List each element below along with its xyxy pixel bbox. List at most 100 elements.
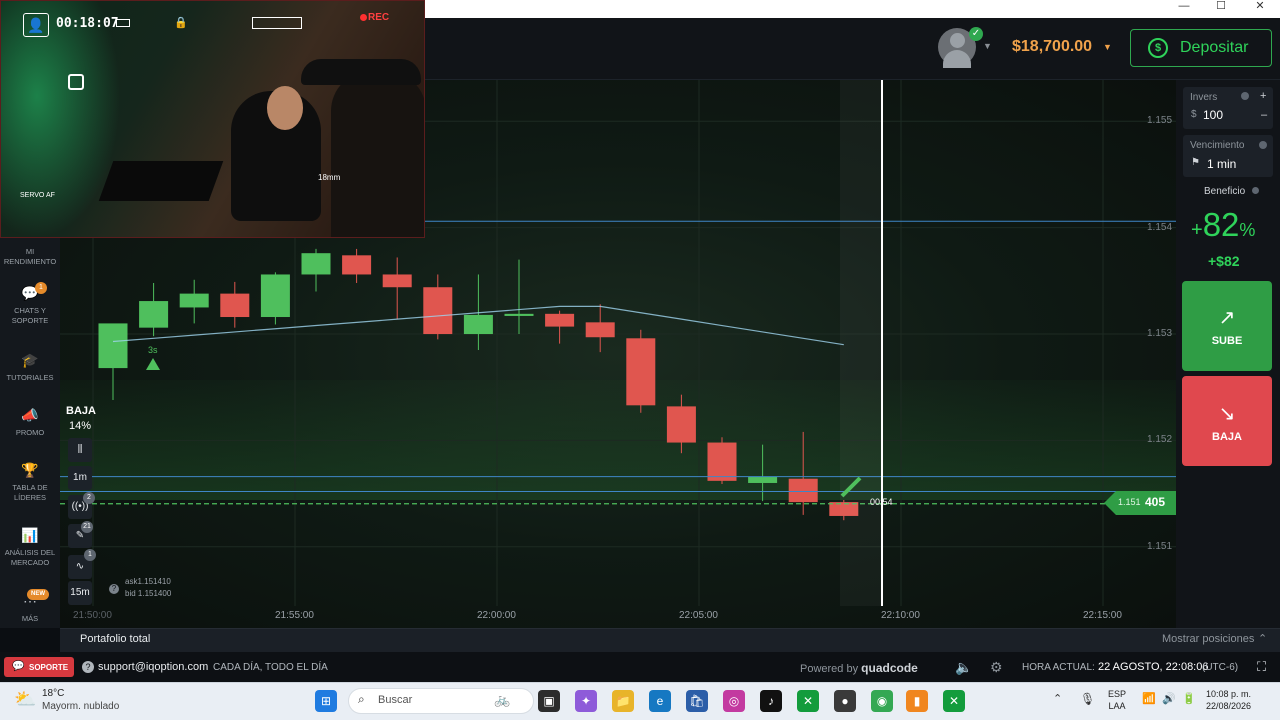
file-explorer-icon[interactable]: 📁 (612, 690, 634, 712)
investment-currency: $ (1191, 109, 1197, 120)
settings-gear-icon[interactable]: ⚙ (990, 659, 1003, 676)
sidebar-item-chats[interactable]: 💬 CHATS Y SOPORTE (0, 284, 60, 326)
fullscreen-icon[interactable]: ⛶ (1257, 659, 1266, 675)
investment-input[interactable]: 100 (1203, 108, 1223, 122)
sidebar-item-lideres[interactable]: 🏆 TABLA DE LÍDERES (0, 461, 60, 503)
info-icon[interactable]: ? (109, 584, 119, 594)
price-tick-label: 1.153 (1147, 328, 1173, 340)
battery-icon[interactable]: 🔋 (1182, 692, 1196, 705)
language-indicator[interactable]: ESP LAA (1108, 688, 1126, 712)
tiktok-icon[interactable]: ♪ (760, 690, 782, 712)
current-price-suffix: 405 (1145, 495, 1166, 509)
decrease-amount-button[interactable]: – (1261, 109, 1267, 121)
portfolio-total-label[interactable]: Portafolio total (80, 633, 150, 645)
time-tick-label: 22:10:00 (881, 610, 920, 621)
sentiment-baja-percent: 14% (69, 420, 92, 432)
sidebar-item-label: MI RENDIMIENTO (3, 247, 57, 266)
copilot-icon[interactable]: ✦ (575, 690, 597, 712)
lens-focal-length: 18mm (318, 173, 341, 182)
support-label: SOPORTE (29, 663, 69, 672)
increase-amount-button[interactable]: + (1260, 90, 1266, 102)
webcam-overlay: 👤 (0, 0, 425, 238)
wifi-icon[interactable]: 📶 (1142, 692, 1156, 705)
chevron-down-icon[interactable]: ▼ (983, 41, 992, 51)
ask-bid-readout: ask1.151410 bid 1.151400 (125, 576, 171, 600)
time-tick-label: 22:00:00 (477, 610, 516, 621)
time-tick-label: 21:55:00 (275, 610, 314, 621)
chevron-up-icon[interactable]: ⌃ (1258, 632, 1267, 645)
sidebar-item-label: MÁS (21, 614, 39, 623)
price-tick-label: 1.152 (1147, 434, 1173, 446)
profit-info-icon[interactable] (1252, 187, 1259, 194)
investment-info-icon[interactable] (1241, 92, 1249, 100)
volume-icon[interactable]: 🔊 (1162, 692, 1176, 705)
expiry-label: Vencimiento (1190, 140, 1245, 151)
new-badge: NEW (27, 589, 49, 600)
store-icon[interactable]: 🛍 (686, 690, 708, 712)
timeframe-button[interactable]: 1m (68, 466, 92, 490)
recording-timer: 00:18:07 (56, 16, 119, 31)
chrome-icon[interactable]: ◉ (871, 690, 893, 712)
server-timezone: (UTC-6) (1202, 662, 1239, 673)
sidebar-item-label: TABLA DE LÍDERES (12, 483, 48, 502)
powered-by: Powered by quadcode (800, 661, 918, 675)
rec-indicator: REC (368, 12, 390, 23)
price-tick-label: 1.151 (1147, 540, 1173, 552)
candle-series (98, 248, 859, 521)
weather-cloud-icon[interactable]: ⛅ (14, 689, 36, 710)
sidebar-item-analisis[interactable]: 📊 ANÁLISIS DEL MERCADO (0, 526, 60, 568)
edge-browser-icon[interactable]: e (649, 690, 671, 712)
support-button[interactable]: 💬 SOPORTE (4, 657, 74, 677)
close-button[interactable]: ✕ (1242, 0, 1278, 18)
minimize-button[interactable]: — (1166, 0, 1202, 18)
drawings-badge: 21 (81, 521, 93, 533)
server-time: 22 AGOSTO, 22:08:06 (1098, 661, 1209, 673)
candle-body (788, 478, 818, 503)
person-right-silhouette (331, 71, 424, 237)
xbox-icon[interactable]: ✕ (797, 690, 819, 712)
trend-down-icon: ↘ (1218, 403, 1236, 425)
expiry-info-icon[interactable] (1259, 141, 1267, 149)
xbox-game-bar-icon[interactable]: ✕ (943, 690, 965, 712)
sidebar-item-tutoriales[interactable]: 🎓 TUTORIALES (0, 351, 60, 383)
show-positions-link[interactable]: Mostrar posiciones (1162, 633, 1254, 645)
speaker-icon[interactable]: 🔈 (955, 659, 972, 676)
bid-price: bid 1.151400 (125, 589, 172, 598)
webcam-green-light (1, 1, 121, 237)
expiry-timeframe-button[interactable]: 15m (68, 581, 92, 605)
sidebar-item-promo[interactable]: 📣 PROMO (0, 406, 60, 438)
recording-app-icon[interactable]: ● (834, 690, 856, 712)
task-view-icon[interactable]: ▣ (538, 690, 560, 712)
support-email-link[interactable]: support@iqoption.com (98, 661, 208, 673)
account-balance[interactable]: $18,700.00 (1012, 38, 1092, 56)
camera-battery-icon (116, 19, 130, 27)
focus-frame-icon (68, 74, 84, 90)
balance-chevron-down-icon[interactable]: ▼ (1103, 42, 1112, 52)
sidebar-item-rendimiento[interactable]: MI RENDIMIENTO (0, 247, 60, 267)
analytics-icon: 📊 (21, 527, 39, 543)
audio-level-meter-icon (252, 17, 302, 29)
windows-start-icon[interactable]: ⊞ (315, 690, 337, 712)
server-time-label: HORA ACTUAL: (1022, 662, 1095, 673)
microphone-icon[interactable]: 🎙 (1080, 692, 1095, 706)
candle-type-button[interactable]: ⫼ (68, 438, 92, 462)
candle-body (666, 406, 696, 443)
person-left-face (267, 86, 303, 130)
maximize-button[interactable]: ☐ (1203, 0, 1239, 18)
system-clock[interactable]: 10:08 p. m. 22/08/2026 (1206, 688, 1251, 712)
tray-chevron-up-icon[interactable]: ⌃ (1053, 692, 1062, 705)
price-tick-label: 1.154 (1147, 221, 1173, 233)
put-down-label: BAJA (1212, 431, 1242, 443)
time-tick-label: 22:15:00 (1083, 610, 1122, 621)
live-candle-column (840, 80, 882, 606)
keyboard-silhouette (98, 161, 224, 201)
price-tick-label: 1.155 (1147, 115, 1173, 127)
search-placeholder: Buscar (378, 694, 413, 706)
iq-option-app-icon[interactable]: ▮ (906, 690, 928, 712)
sidebar-item-label: CHATS Y SOPORTE (11, 306, 49, 325)
candle-body (463, 314, 493, 335)
candle-body (585, 322, 615, 338)
weather-description: Mayorm. nublado (42, 701, 120, 712)
instagram-icon[interactable]: ◎ (723, 690, 745, 712)
candle-body (748, 476, 778, 483)
